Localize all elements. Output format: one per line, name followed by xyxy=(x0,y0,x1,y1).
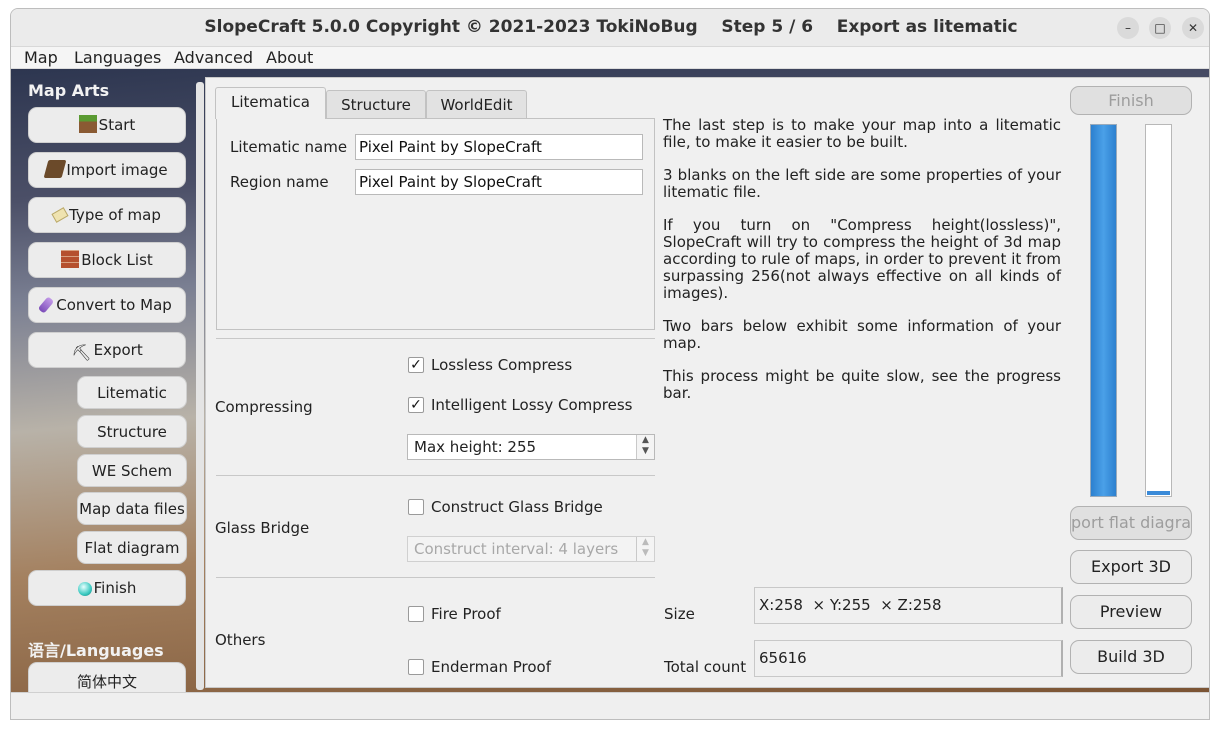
sidebar-item-finish[interactable]: Finish xyxy=(28,570,186,606)
description-paragraph: Two bars below exhibit some information … xyxy=(663,317,1061,352)
languages-title: 语言/Languages xyxy=(28,641,164,660)
description-text: The last step is to make your map into a… xyxy=(663,117,1061,418)
divider xyxy=(216,577,655,578)
sidebar-subitem-litematic[interactable]: Litematic xyxy=(77,376,187,409)
sidebar-item-export[interactable]: ⛏ Export xyxy=(28,332,186,368)
menu-bar: Map Languages Advanced About xyxy=(11,47,1209,69)
brick-icon xyxy=(61,250,80,268)
pickaxe-icon: ⛏ xyxy=(71,343,92,362)
total-count-value: 65616 xyxy=(754,640,1063,677)
total-count-label: Total count xyxy=(664,658,747,676)
sidebar-item-convert-to-map[interactable]: Convert to Map xyxy=(28,287,186,323)
export-flat-diagram-button[interactable]: port flat diagra xyxy=(1070,506,1192,540)
enderman-proof-label: Enderman Proof xyxy=(431,658,551,676)
tab-worldedit[interactable]: WorldEdit xyxy=(426,90,527,118)
build-3d-button[interactable]: Build 3D xyxy=(1070,640,1192,674)
others-label: Others xyxy=(215,631,266,649)
menu-map[interactable]: Map xyxy=(24,48,58,67)
status-bar xyxy=(11,692,1209,719)
language-item-chinese[interactable]: 简体中文 xyxy=(28,662,186,692)
fire-proof-checkbox[interactable] xyxy=(408,606,424,622)
book-icon xyxy=(43,160,67,178)
fire-proof-label: Fire Proof xyxy=(431,605,501,623)
construct-interval-spinbox: Construct interval: 4 layers ▲ ▼ xyxy=(407,536,655,562)
menu-advanced[interactable]: Advanced xyxy=(174,48,253,67)
sidebar-item-label: Finish xyxy=(93,579,137,597)
lossy-compress-label: Intelligent Lossy Compress xyxy=(431,396,633,414)
sidebar-item-start[interactable]: Start xyxy=(28,107,186,143)
description-paragraph: This process might be quite slow, see th… xyxy=(663,367,1061,402)
progress-bar-sub xyxy=(1145,124,1172,497)
sidebar-subitem-map-data-files[interactable]: Map data files xyxy=(77,492,187,525)
menu-languages[interactable]: Languages xyxy=(74,48,161,67)
sidebar-item-block-list[interactable]: Block List xyxy=(28,242,186,278)
lossy-compress-checkbox[interactable]: ✓ xyxy=(408,397,424,413)
app-window: SlopeCraft 5.0.0 Copyright © 2021-2023 T… xyxy=(10,8,1210,720)
divider xyxy=(216,338,655,339)
diamond-icon xyxy=(77,582,92,596)
compressing-label: Compressing xyxy=(215,398,313,416)
sidebar-item-type-of-map[interactable]: Type of map xyxy=(28,197,186,233)
title-bar: SlopeCraft 5.0.0 Copyright © 2021-2023 T… xyxy=(11,9,1209,47)
sidebar-subitem-structure[interactable]: Structure xyxy=(77,415,187,448)
minimize-button[interactable]: – xyxy=(1117,17,1139,39)
litematic-name-input[interactable]: Pixel Paint by SlopeCraft xyxy=(355,134,643,160)
spin-arrows-icon: ▲ ▼ xyxy=(636,537,654,561)
sidebar-item-label: Start xyxy=(98,116,136,134)
spin-arrows-icon[interactable]: ▲ ▼ xyxy=(636,435,654,459)
description-paragraph: If you turn on "Compress height(lossless… xyxy=(663,216,1061,302)
window-title: SlopeCraft 5.0.0 Copyright © 2021-2023 T… xyxy=(204,17,1018,37)
litematica-tab-body: Litematic name Pixel Paint by SlopeCraft… xyxy=(216,118,655,330)
glass-bridge-label: Glass Bridge xyxy=(215,519,310,537)
progress-bar-main xyxy=(1090,124,1117,497)
sidebar-subitem-flat-diagram[interactable]: Flat diagram xyxy=(77,531,187,564)
sidebar-item-import-image[interactable]: Import image xyxy=(28,152,186,188)
sidebar-title: Map Arts xyxy=(28,81,110,100)
grass-block-icon xyxy=(78,115,97,133)
menu-about[interactable]: About xyxy=(266,48,313,67)
tab-structure[interactable]: Structure xyxy=(326,90,426,118)
map-paper-icon xyxy=(51,207,69,223)
sidebar-item-label: Import image xyxy=(66,161,168,179)
construct-glass-bridge-checkbox[interactable] xyxy=(408,499,424,515)
export-3d-button[interactable]: Export 3D xyxy=(1070,550,1192,584)
maximize-button[interactable]: □ xyxy=(1149,17,1171,39)
construct-glass-bridge-label: Construct Glass Bridge xyxy=(431,498,603,516)
crystal-icon xyxy=(38,296,55,314)
close-button[interactable]: ✕ xyxy=(1182,17,1204,39)
sidebar-item-label: Export xyxy=(93,341,143,359)
region-name-label: Region name xyxy=(230,173,329,191)
finish-button[interactable]: Finish xyxy=(1070,86,1192,115)
enderman-proof-checkbox[interactable] xyxy=(408,659,424,675)
sidebar-item-label: Type of map xyxy=(69,206,161,224)
litematic-name-label: Litematic name xyxy=(230,138,348,156)
tab-litematica[interactable]: Litematica xyxy=(215,87,326,119)
preview-button[interactable]: Preview xyxy=(1070,595,1192,629)
lossless-compress-checkbox[interactable]: ✓ xyxy=(408,357,424,373)
size-value: X:258 × Y:255 × Z:258 xyxy=(754,587,1063,624)
max-height-spinbox[interactable]: Max height: 255 ▲ ▼ xyxy=(407,434,655,460)
max-height-value: Max height: 255 xyxy=(414,438,537,456)
size-label: Size xyxy=(664,605,695,623)
sidebar-subitem-we-schem[interactable]: WE Schem xyxy=(77,454,187,487)
sidebar-item-label: Convert to Map xyxy=(56,296,172,314)
description-paragraph: 3 blanks on the left side are some prope… xyxy=(663,166,1061,201)
progress-bar-sub-fill xyxy=(1147,491,1170,495)
sidebar-scrollbar[interactable] xyxy=(196,82,204,690)
divider xyxy=(216,475,655,476)
lossless-compress-label: Lossless Compress xyxy=(431,356,573,374)
sidebar-item-label: Block List xyxy=(81,251,153,269)
construct-interval-value: Construct interval: 4 layers xyxy=(414,540,619,558)
description-paragraph: The last step is to make your map into a… xyxy=(663,116,1061,151)
region-name-input[interactable]: Pixel Paint by SlopeCraft xyxy=(355,169,643,195)
